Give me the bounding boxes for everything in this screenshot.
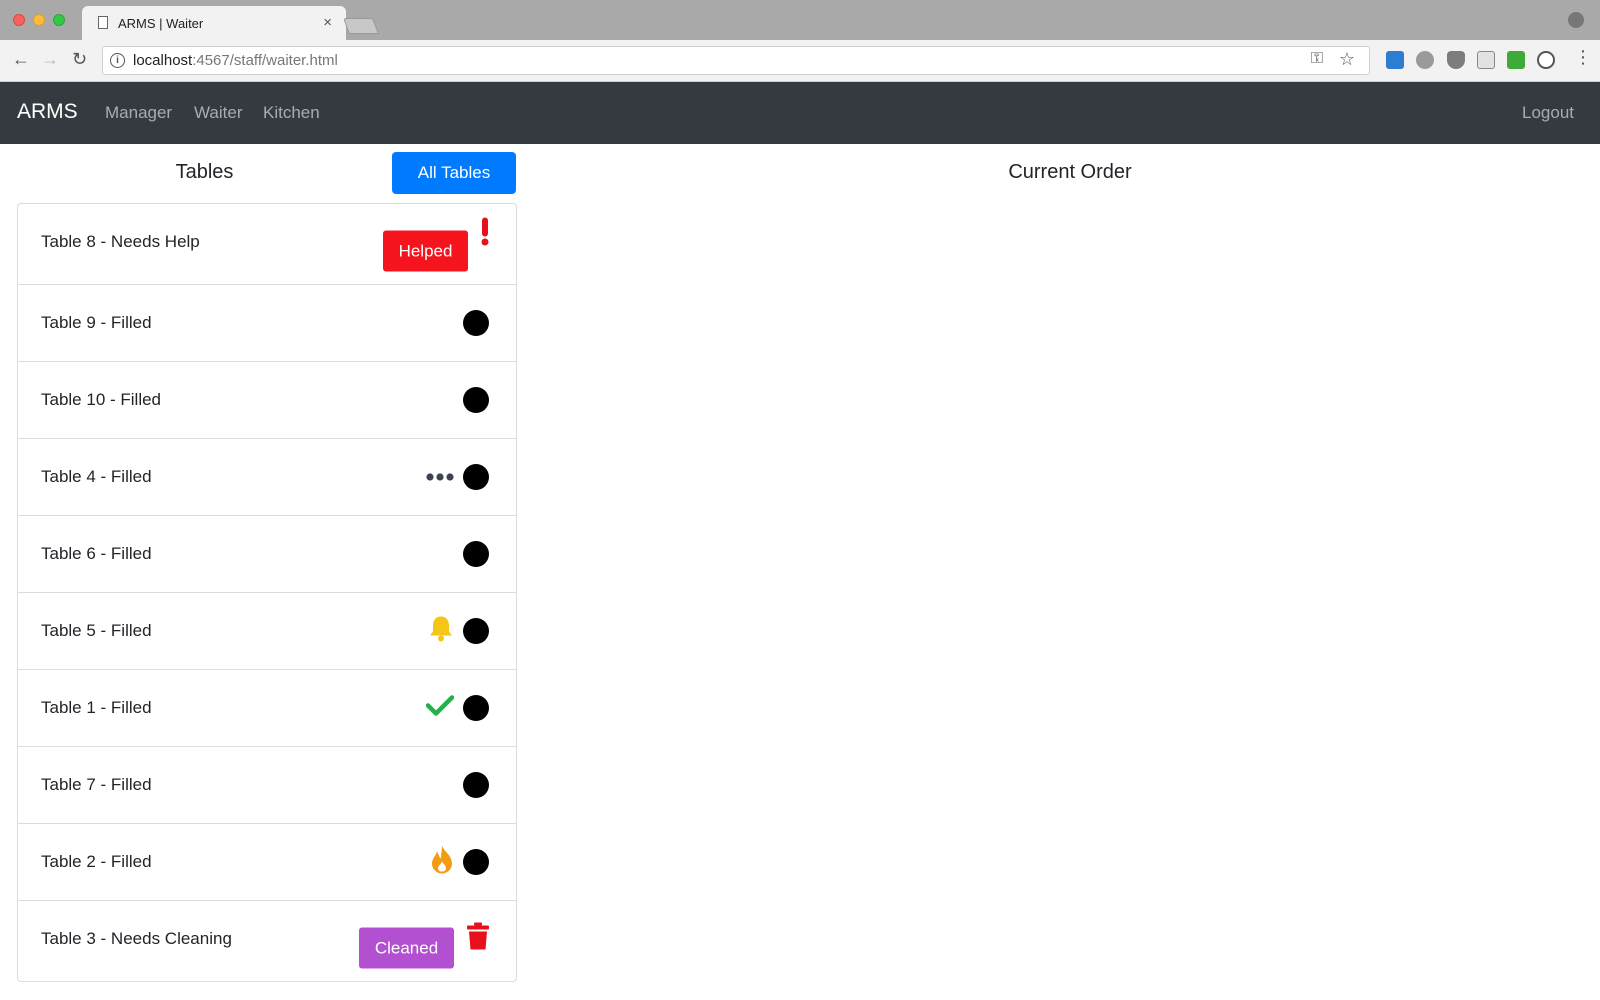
back-arrow-icon[interactable]: ←: [12, 49, 30, 70]
browser-menu-icon[interactable]: ⋮: [1574, 47, 1592, 68]
trash-icon: [466, 922, 490, 956]
flame-icon: [430, 845, 454, 880]
profile-icon[interactable]: [1568, 12, 1584, 28]
status-dot-icon: [463, 695, 489, 721]
table-row[interactable]: Table 2 - Filled: [18, 824, 516, 901]
table-label: Table 3 - Needs Cleaning: [41, 929, 232, 948]
nav-link-waiter[interactable]: Waiter: [194, 103, 243, 123]
extension-shield-icon[interactable]: [1447, 51, 1465, 69]
brand-logo[interactable]: ARMS: [17, 100, 78, 124]
logout-link[interactable]: Logout: [1522, 103, 1574, 123]
status-dot-icon: [463, 772, 489, 798]
extension-document-icon[interactable]: [1477, 51, 1495, 69]
table-label: Table 5 - Filled: [41, 621, 152, 640]
tab-title: ARMS | Waiter: [118, 16, 204, 31]
table-label: Table 6 - Filled: [41, 544, 152, 563]
table-row[interactable]: Table 3 - Needs Cleaning Cleaned: [18, 901, 516, 981]
status-dot-icon: [463, 310, 489, 336]
address-bar[interactable]: i localhost:4567/staff/waiter.html ⚿ ☆: [102, 46, 1370, 75]
table-row[interactable]: Table 5 - Filled: [18, 593, 516, 670]
reload-icon[interactable]: ↻: [72, 49, 87, 70]
tab-close-icon[interactable]: ×: [323, 14, 332, 31]
extension-feather-icon[interactable]: [1416, 51, 1434, 69]
key-icon[interactable]: ⚿: [1311, 50, 1323, 68]
tables-heading: Tables: [175, 161, 234, 183]
url-text: localhost:4567/staff/waiter.html: [133, 52, 338, 69]
table-label: Table 9 - Filled: [41, 313, 152, 332]
browser-toolbar: ← → ↻ i localhost:4567/staff/waiter.html…: [0, 40, 1600, 82]
all-tables-button[interactable]: All Tables: [392, 152, 516, 194]
current-order-heading: Current Order: [1008, 161, 1132, 183]
new-tab-button[interactable]: [343, 18, 379, 34]
table-label: Table 8 - Needs Help: [41, 232, 200, 251]
nav-link-manager[interactable]: Manager: [105, 103, 172, 123]
ellipsis-icon: [426, 468, 454, 486]
page-icon: [98, 16, 108, 29]
browser-tab[interactable]: ARMS | Waiter ×: [82, 6, 346, 40]
window-zoom-button[interactable]: [53, 14, 65, 26]
table-row[interactable]: Table 6 - Filled: [18, 516, 516, 593]
exclamation-icon: [480, 217, 490, 251]
bell-icon: [428, 615, 454, 648]
status-dot-icon: [463, 387, 489, 413]
extension-skype-icon[interactable]: [1386, 51, 1404, 69]
table-label: Table 4 - Filled: [41, 467, 152, 486]
extension-password-icon[interactable]: [1537, 51, 1555, 69]
window-close-button[interactable]: [13, 14, 25, 26]
table-label: Table 2 - Filled: [41, 852, 152, 871]
status-dot-icon: [463, 464, 489, 490]
table-row[interactable]: Table 4 - Filled: [18, 439, 516, 516]
window-minimize-button[interactable]: [33, 14, 45, 26]
extension-check-icon[interactable]: [1507, 51, 1525, 69]
table-row[interactable]: Table 8 - Needs Help Helped: [18, 204, 516, 285]
nav-link-kitchen[interactable]: Kitchen: [263, 103, 320, 123]
table-label: Table 1 - Filled: [41, 698, 152, 717]
table-row[interactable]: Table 10 - Filled: [18, 362, 516, 439]
table-row[interactable]: Table 1 - Filled: [18, 670, 516, 747]
status-dot-icon: [463, 618, 489, 644]
table-label: Table 7 - Filled: [41, 775, 152, 794]
table-list: Table 8 - Needs Help Helped Table 9 - Fi…: [17, 203, 517, 982]
cleaned-button[interactable]: Cleaned: [359, 927, 454, 969]
bookmark-star-icon[interactable]: ☆: [1339, 49, 1355, 70]
forward-arrow-icon[interactable]: →: [41, 49, 59, 70]
browser-tab-bar: ARMS | Waiter ×: [0, 0, 1600, 40]
table-row[interactable]: Table 9 - Filled: [18, 285, 516, 362]
helped-button[interactable]: Helped: [383, 230, 468, 272]
info-icon[interactable]: i: [110, 53, 125, 68]
status-dot-icon: [463, 849, 489, 875]
table-row[interactable]: Table 7 - Filled: [18, 747, 516, 824]
app-navbar: ARMS Manager Waiter Kitchen Logout: [0, 82, 1600, 144]
status-dot-icon: [463, 541, 489, 567]
checkmark-icon: [425, 695, 455, 722]
table-label: Table 10 - Filled: [41, 390, 162, 409]
